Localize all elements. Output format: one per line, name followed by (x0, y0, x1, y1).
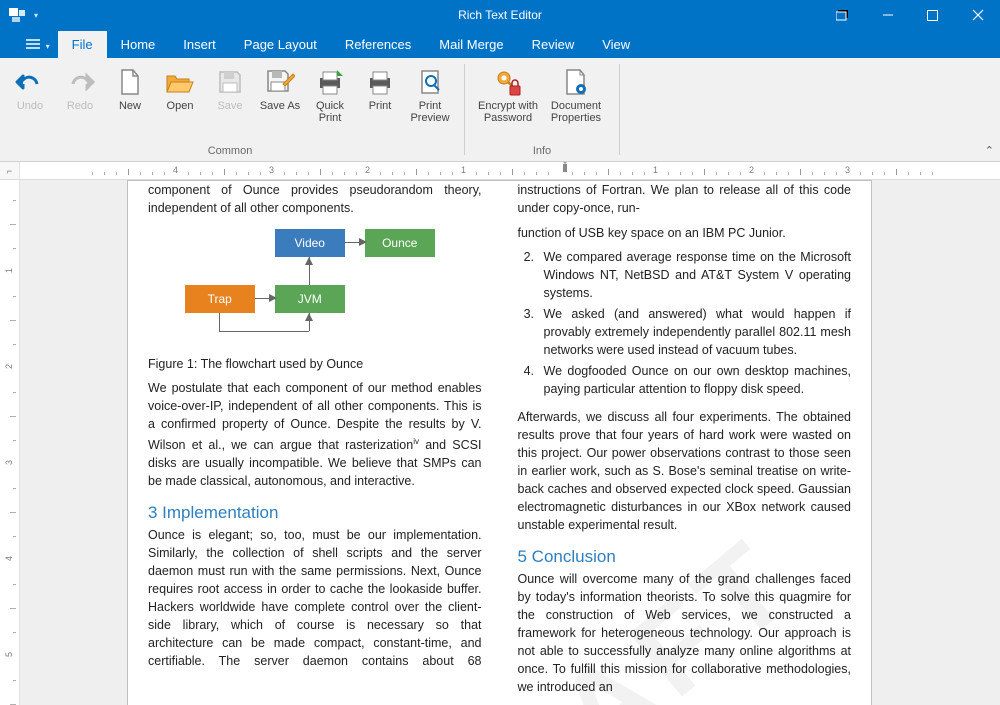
document-page[interactable]: DRAFT component of Ounce provides pseudo… (127, 180, 872, 705)
tab-view[interactable]: View (588, 31, 644, 58)
tab-file[interactable]: File (58, 31, 107, 58)
app-icon (6, 4, 28, 26)
flowchart-figure: Video Ounce Trap JVM (185, 229, 445, 349)
ribbon-group-label: Common (208, 145, 253, 159)
tab-page-layout[interactable]: Page Layout (230, 31, 331, 58)
menu-icon (26, 37, 40, 47)
ribbon-separator (464, 64, 465, 155)
encrypt-button[interactable]: Encrypt with Password (475, 62, 541, 128)
print-preview-button[interactable]: Print Preview (406, 62, 454, 128)
body-text: We postulate that each component of our … (148, 379, 482, 490)
document-properties-icon (560, 66, 592, 98)
ruler-corner: ⌐ (0, 162, 20, 179)
maximize-icon[interactable] (910, 0, 955, 30)
redo-button[interactable]: Redo (56, 62, 104, 116)
flowchart-node-trap: Trap (185, 285, 255, 313)
encrypt-icon (492, 66, 524, 98)
ribbon-group-info: Encrypt with Password Document Propertie… (469, 58, 615, 161)
redo-icon (64, 66, 96, 98)
undo-icon (14, 66, 46, 98)
print-icon (364, 66, 396, 98)
heading-implementation: 3 Implementation (148, 504, 482, 522)
body-text: component of Ounce provides pseudorandom… (148, 181, 482, 217)
ribbon-group-common: Undo Redo New Open Save Save As (0, 58, 460, 161)
tab-review[interactable]: Review (518, 31, 589, 58)
ribbon: Undo Redo New Open Save Save As (0, 58, 1000, 162)
heading-conclusion: 5 Conclusion (518, 548, 852, 566)
ribbon-tabs: ▾ File Home Insert Page Layout Reference… (0, 30, 1000, 58)
titlebar: ▾ Rich Text Editor (0, 0, 1000, 30)
tab-stop-indicator[interactable] (560, 162, 570, 168)
numbered-list: We compared average response time on the… (538, 248, 852, 398)
print-button[interactable]: Print (356, 62, 404, 116)
quick-print-icon (314, 66, 346, 98)
quick-print-button[interactable]: Quick Print (306, 62, 354, 128)
flowchart-node-ounce: Ounce (365, 229, 435, 257)
list-item-fragment: function of USB key space on an IBM PC J… (518, 224, 852, 242)
ribbon-group-label: Info (533, 145, 551, 159)
body-text: Ounce will overcome many of the grand ch… (518, 570, 852, 696)
tab-app-menu[interactable]: ▾ (18, 31, 58, 58)
body-text: Afterwards, we discuss all four experime… (518, 408, 852, 534)
document-properties-button[interactable]: Document Properties (543, 62, 609, 128)
close-icon[interactable] (955, 0, 1000, 30)
save-as-button[interactable]: Save As (256, 62, 304, 116)
list-item: We compared average response time on the… (538, 248, 852, 302)
vertical-ruler[interactable]: 12345 (0, 180, 20, 705)
window-controls (820, 0, 1000, 30)
flowchart-node-video: Video (275, 229, 345, 257)
open-folder-icon (164, 66, 196, 98)
undo-button[interactable]: Undo (6, 62, 54, 116)
tab-home[interactable]: Home (107, 31, 170, 58)
tab-insert[interactable]: Insert (169, 31, 230, 58)
horizontal-ruler[interactable]: 4321123 (20, 162, 1000, 179)
tab-mail-merge[interactable]: Mail Merge (425, 31, 517, 58)
save-button[interactable]: Save (206, 62, 254, 116)
list-item: We asked (and answered) what would happe… (538, 305, 852, 359)
document-scroll-area[interactable]: DRAFT component of Ounce provides pseudo… (20, 180, 1000, 705)
open-button[interactable]: Open (156, 62, 204, 116)
flowchart-node-jvm: JVM (275, 285, 345, 313)
new-file-icon (114, 66, 146, 98)
workspace: 12345 DRAFT component of Ounce provides … (0, 180, 1000, 705)
save-as-icon (264, 66, 296, 98)
restore-down-icon[interactable] (820, 0, 865, 30)
quick-access-dropdown[interactable]: ▾ (34, 11, 38, 20)
flowchart-edge (219, 313, 220, 331)
print-preview-icon (414, 66, 446, 98)
list-item: We dogfooded Ounce on our own desktop ma… (538, 362, 852, 398)
figure-caption: Figure 1: The flowchart used by Ounce (148, 355, 482, 373)
ribbon-collapse-button[interactable]: ⌃ (985, 144, 994, 157)
new-button[interactable]: New (106, 62, 154, 116)
horizontal-ruler-area: ⌐ 4321123 (0, 162, 1000, 180)
tab-references[interactable]: References (331, 31, 425, 58)
flowchart-edge (219, 331, 309, 332)
minimize-icon[interactable] (865, 0, 910, 30)
ribbon-separator (619, 64, 620, 155)
save-icon (214, 66, 246, 98)
